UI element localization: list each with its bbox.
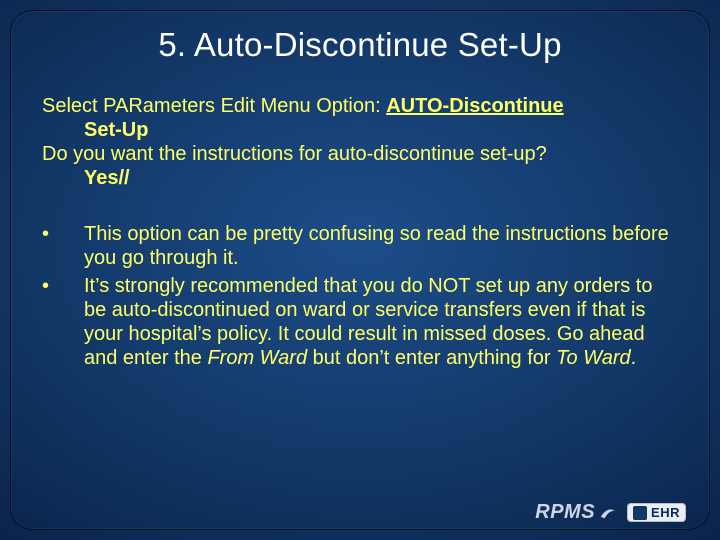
list-item: • It’s strongly recommended that you do …: [42, 274, 678, 370]
bullet-list: • This option can be pretty confusing so…: [42, 222, 678, 370]
swoosh-icon: [599, 504, 617, 522]
ehr-logo: EHR: [627, 503, 686, 522]
rpms-text: RPMS: [535, 501, 595, 524]
prompt-prefix: Select PARameters Edit Menu Option:: [42, 95, 386, 117]
ehr-square-icon: [633, 506, 647, 520]
ehr-text: EHR: [651, 505, 680, 520]
bullet-marker: •: [42, 222, 84, 270]
prompt-option-line2: Set-Up: [42, 118, 678, 142]
bullet2-post: .: [631, 347, 637, 369]
bullet-marker: •: [42, 274, 84, 370]
slide-title: 5. Auto-Discontinue Set-Up: [0, 0, 720, 64]
bullet-text: It’s strongly recommended that you do NO…: [84, 274, 678, 370]
footer-logos: RPMS EHR: [535, 501, 686, 524]
prompt-line-1: Select PARameters Edit Menu Option: AUTO…: [42, 94, 678, 118]
bullet2-em2: To Ward: [556, 347, 630, 369]
prompt-answer: Yes//: [42, 166, 678, 190]
list-item: • This option can be pretty confusing so…: [42, 222, 678, 270]
prompt-option: AUTO-Discontinue: [386, 95, 563, 117]
bullet2-mid: but don’t enter anything for: [307, 347, 556, 369]
slide: 5. Auto-Discontinue Set-Up Select PARame…: [0, 0, 720, 540]
slide-body: Select PARameters Edit Menu Option: AUTO…: [0, 64, 720, 370]
bullet-text: This option can be pretty confusing so r…: [84, 222, 678, 270]
prompt-question: Do you want the instructions for auto-di…: [42, 142, 678, 166]
rpms-logo: RPMS: [535, 501, 617, 524]
bullet2-em1: From Ward: [207, 347, 307, 369]
